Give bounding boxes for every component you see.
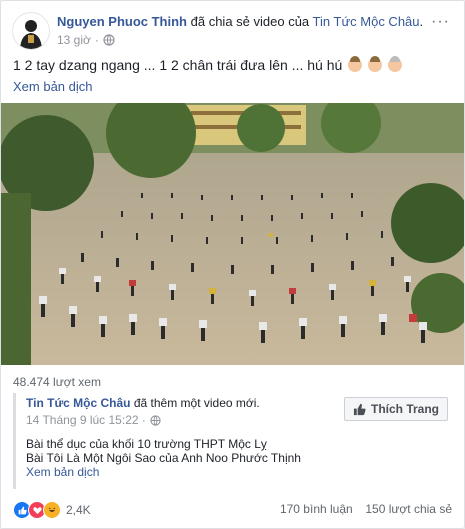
like-page-label: Thích Trang (370, 402, 439, 416)
shared-action-text: đã thêm một video mới. (133, 396, 260, 410)
post-status: 1 2 tay dzang ngang ... 1 2 chân trái đư… (13, 56, 402, 73)
post-meta: 13 giờ · (57, 33, 115, 47)
shared-header: Tin Tức Mộc Châu đã thêm một video mới. (26, 396, 260, 410)
engagement-stats: 170 bình luận 150 lượt chia sẻ (280, 502, 452, 516)
source-page-link[interactable]: Tin Tức Mộc Châu (313, 14, 420, 29)
globe-icon (103, 34, 115, 46)
status-text: 1 2 tay dzang ngang ... 1 2 chân trái đư… (13, 57, 343, 73)
like-page-button[interactable]: Thích Trang (343, 397, 448, 421)
view-count: 48.474 lượt xem (13, 375, 101, 389)
shared-date[interactable]: 14 Tháng 9 lúc 15:22 · (26, 413, 146, 427)
see-translation-link[interactable]: Xem bản dịch (13, 79, 93, 94)
video-player[interactable] (1, 103, 464, 365)
thumbs-up-icon (353, 403, 366, 415)
share-action-text: đã chia sẻ video của (190, 14, 310, 29)
shared-caption-line-1: Bài thể dục của khối 10 trường THPT Mộc … (26, 437, 267, 451)
dot-separator: · (94, 33, 99, 47)
more-options-icon[interactable]: ··· (431, 13, 450, 31)
shares-count[interactable]: 150 lượt chia sẻ (365, 502, 452, 516)
shared-see-translation-link[interactable]: Xem bản dịch (26, 465, 99, 479)
reactions-summary[interactable]: 2,4K (13, 501, 91, 519)
man-emoji-icon (348, 56, 363, 72)
reactions-count: 2,4K (66, 503, 91, 517)
globe-icon (150, 414, 161, 426)
haha-reaction-icon (43, 501, 61, 519)
period: . (419, 14, 424, 29)
man-emoji-icon (368, 56, 383, 72)
post-card: Nguyen Phuoc Thinh đã chia sẻ video của … (0, 0, 465, 529)
shared-caption-line-2: Bài Tôi Là Một Ngôi Sao của Anh Noo Phướ… (26, 451, 301, 465)
post-header: Nguyen Phuoc Thinh đã chia sẻ video của … (57, 14, 423, 29)
shared-meta: 14 Tháng 9 lúc 15:22 · (26, 413, 161, 427)
comments-count[interactable]: 170 bình luận (280, 502, 353, 516)
old-woman-emoji-icon (387, 56, 402, 72)
author-name[interactable]: Nguyen Phuoc Thinh (57, 14, 187, 29)
author-avatar[interactable] (12, 12, 50, 50)
video-frame-image (1, 103, 464, 365)
shared-page-name[interactable]: Tin Tức Mộc Châu (26, 396, 130, 410)
post-time[interactable]: 13 giờ (57, 33, 91, 47)
